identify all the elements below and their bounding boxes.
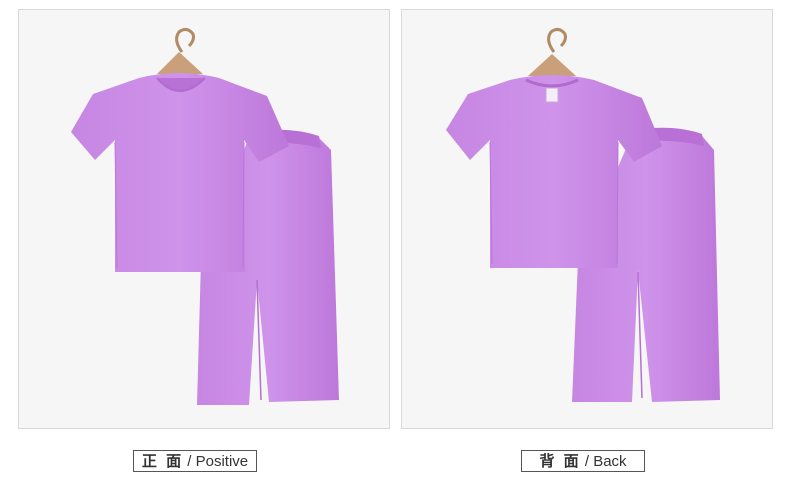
caption-back-en: / Back	[580, 453, 627, 470]
caption-front-zh: 正 面	[141, 452, 184, 470]
label-tag	[545, 87, 559, 103]
back-view-illustration	[446, 27, 720, 402]
hanger-icon	[157, 27, 203, 74]
caption-back: 背 面 / Back	[521, 450, 645, 472]
front-view-illustration	[71, 27, 339, 405]
caption-back-zh: 背 面	[539, 452, 581, 470]
hanger-icon	[528, 27, 576, 76]
caption-front: 正 面 / Positive	[133, 450, 257, 472]
product-image-front	[18, 9, 390, 429]
product-image-back	[401, 9, 773, 429]
caption-front-en: / Positive	[183, 453, 249, 470]
